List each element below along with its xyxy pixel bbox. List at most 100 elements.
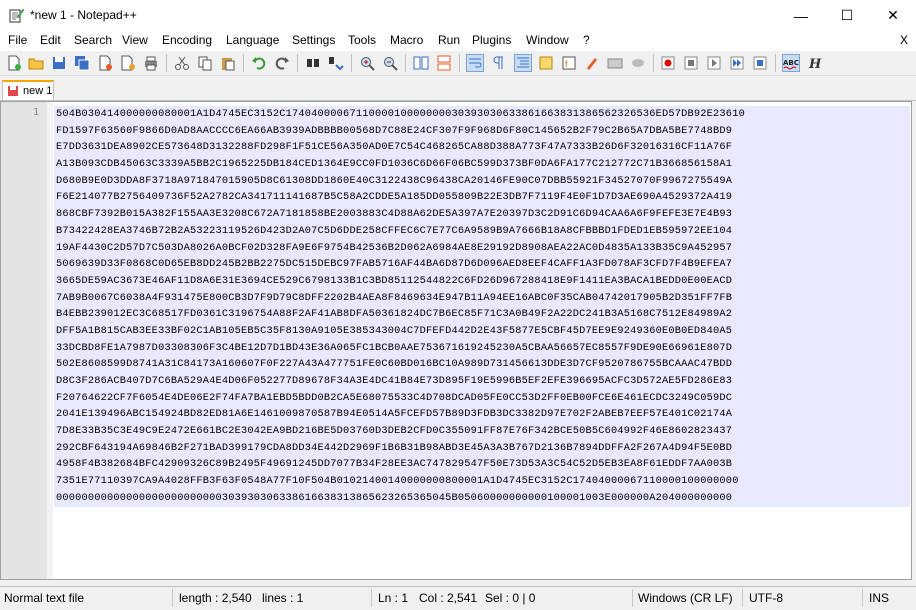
maximize-button[interactable]: ☐ bbox=[824, 0, 870, 31]
cursor-line: Ln : 1 bbox=[378, 591, 409, 605]
find-icon[interactable] bbox=[304, 54, 322, 72]
close-all-icon[interactable] bbox=[119, 54, 137, 72]
text-content[interactable]: 504B030414000000080001A1D4745EC3152C1740… bbox=[54, 106, 910, 507]
play-macro-icon[interactable] bbox=[705, 54, 723, 72]
text-line: A13B093CDB45063C3339A5BB2C1965225DB184CE… bbox=[56, 158, 733, 171]
sync-v-icon[interactable] bbox=[412, 54, 430, 72]
spell-check-icon[interactable]: ABC bbox=[782, 54, 800, 72]
status-bar: Normal text file length : 2,540 lines : … bbox=[0, 586, 916, 610]
line-number: 1 bbox=[32, 107, 39, 118]
menu-bar: File Edit Search View Encoding Language … bbox=[0, 31, 916, 51]
toolbar-separator bbox=[459, 54, 460, 72]
menu-search[interactable]: Search bbox=[74, 33, 112, 47]
hex-icon[interactable]: H bbox=[805, 54, 823, 72]
stop-macro-icon[interactable] bbox=[682, 54, 700, 72]
sync-h-icon[interactable] bbox=[435, 54, 453, 72]
text-line: D8C3F286ACB407D7C6BA529A4E4D06F052277D89… bbox=[56, 375, 733, 387]
menu-help[interactable]: ? bbox=[583, 33, 590, 47]
word-wrap-icon[interactable] bbox=[466, 54, 484, 72]
toolbar-separator bbox=[166, 54, 167, 72]
insert-mode[interactable]: INS bbox=[869, 591, 889, 605]
all-chars-icon[interactable] bbox=[489, 54, 507, 72]
toolbar: f ABC H bbox=[0, 51, 916, 76]
paste-icon[interactable] bbox=[219, 54, 237, 72]
text-line: FD1597F63560F9866D0AD8AACCCC6EA66AB3939A… bbox=[56, 124, 733, 137]
toolbar-separator bbox=[243, 54, 244, 72]
replace-icon[interactable] bbox=[327, 54, 345, 72]
text-line: 5069639D33F0868C0D65EB8DD245B2BB2275DC51… bbox=[56, 258, 733, 271]
text-line: 7D8E33B35C3E49C9E2472E661BC2E3042EA9BD21… bbox=[56, 425, 733, 438]
toolbar-separator bbox=[775, 54, 776, 72]
monitoring-icon[interactable] bbox=[606, 54, 624, 72]
encoding-status[interactable]: UTF-8 bbox=[749, 591, 783, 605]
function-list-icon[interactable]: f bbox=[560, 54, 578, 72]
doc-map-icon[interactable] bbox=[537, 54, 555, 72]
indent-guide-icon[interactable] bbox=[514, 54, 532, 72]
eol-format[interactable]: Windows (CR LF) bbox=[638, 591, 733, 605]
tab-new-1[interactable]: new 1 bbox=[2, 80, 54, 100]
save-all-icon[interactable] bbox=[73, 54, 91, 72]
cut-icon[interactable] bbox=[173, 54, 191, 72]
svg-text:H: H bbox=[808, 57, 822, 71]
toolbar-separator bbox=[405, 54, 406, 72]
minimize-button[interactable]: — bbox=[778, 0, 824, 31]
menu-encoding[interactable]: Encoding bbox=[162, 33, 212, 47]
menu-view[interactable]: View bbox=[122, 33, 148, 47]
selection-info: Sel : 0 | 0 bbox=[485, 591, 536, 605]
redo-icon[interactable] bbox=[273, 54, 291, 72]
folder-workspace-icon[interactable] bbox=[583, 54, 601, 72]
open-icon[interactable] bbox=[27, 54, 45, 72]
close-window-button[interactable]: ✕ bbox=[870, 0, 916, 31]
menu-settings[interactable]: Settings bbox=[292, 33, 335, 47]
copy-icon[interactable] bbox=[196, 54, 214, 72]
toolbar-separator bbox=[297, 54, 298, 72]
line-count: lines : 1 bbox=[262, 591, 304, 605]
text-line: B4EBB239012EC3C68517FD0361C3196754A88F2A… bbox=[56, 308, 733, 321]
print-icon[interactable] bbox=[142, 54, 160, 72]
svg-text:ABC: ABC bbox=[783, 59, 799, 67]
close-icon[interactable] bbox=[96, 54, 114, 72]
status-separator bbox=[742, 589, 743, 607]
toolbar-separator bbox=[351, 54, 352, 72]
text-line: D680B9E0D3DDA8F3718A971847015905D8C61308… bbox=[56, 174, 733, 187]
record-macro-icon[interactable] bbox=[659, 54, 677, 72]
menu-tools[interactable]: Tools bbox=[348, 33, 376, 47]
text-line: 7351E77110397CA9A4028FFB3F63F0548A77F10F… bbox=[56, 475, 739, 488]
toolbar-separator bbox=[653, 54, 654, 72]
new-icon[interactable] bbox=[5, 54, 23, 72]
undo-icon[interactable] bbox=[250, 54, 268, 72]
text-line: 0000000000000000000000000030393030633861… bbox=[56, 491, 733, 504]
text-line: E7DD3631DEA8902CE573648D3132288FD298F1F5… bbox=[56, 141, 733, 154]
menu-edit[interactable]: Edit bbox=[40, 33, 61, 47]
text-line: DFF5A1B815CAB3EE33BF02C1AB105EB5C35F8130… bbox=[56, 324, 733, 337]
text-line: 2041E139496ABC154924BD82ED81A6E146100987… bbox=[56, 408, 733, 421]
window-title: *new 1 - Notepad++ bbox=[30, 8, 137, 22]
menu-window[interactable]: Window bbox=[526, 33, 569, 47]
editor-area[interactable]: 1 504B030414000000080001A1D4745EC3152C17… bbox=[0, 101, 912, 580]
zoom-in-icon[interactable] bbox=[358, 54, 376, 72]
menu-file[interactable]: File bbox=[8, 33, 27, 47]
status-separator bbox=[371, 589, 372, 607]
zoom-out-icon[interactable] bbox=[381, 54, 399, 72]
line-number-gutter: 1 bbox=[1, 102, 48, 579]
file-length: length : 2,540 bbox=[179, 591, 252, 605]
tab-bar: new 1 bbox=[0, 76, 916, 101]
run-macro-multiple-icon[interactable] bbox=[728, 54, 746, 72]
text-line: 3665DE59AC3673E46AF11D8A6E31E3694CE529C6… bbox=[56, 274, 733, 287]
title-bar: *new 1 - Notepad++ — ☐ ✕ bbox=[0, 0, 916, 31]
status-separator bbox=[632, 589, 633, 607]
text-line: F6E214077B2756409736F52A2782CA3417111416… bbox=[56, 191, 733, 204]
menu-language[interactable]: Language bbox=[226, 33, 279, 47]
fold-margin bbox=[47, 102, 53, 579]
close-document-button[interactable]: X bbox=[900, 33, 908, 47]
macro-placeholder-icon[interactable] bbox=[629, 54, 647, 72]
menu-run[interactable]: Run bbox=[438, 33, 460, 47]
menu-macro[interactable]: Macro bbox=[390, 33, 423, 47]
tab-label: new 1 bbox=[23, 85, 53, 97]
menu-plugins[interactable]: Plugins bbox=[472, 33, 511, 47]
text-line: 502E8608599D8741A31C84173A160607F0F227A4… bbox=[56, 358, 733, 371]
save-icon[interactable] bbox=[50, 54, 68, 72]
status-separator bbox=[862, 589, 863, 607]
save-macro-icon[interactable] bbox=[751, 54, 769, 72]
text-line: 292CBF643194A69846B2F271BAD399179CDA8DD3… bbox=[56, 441, 733, 454]
